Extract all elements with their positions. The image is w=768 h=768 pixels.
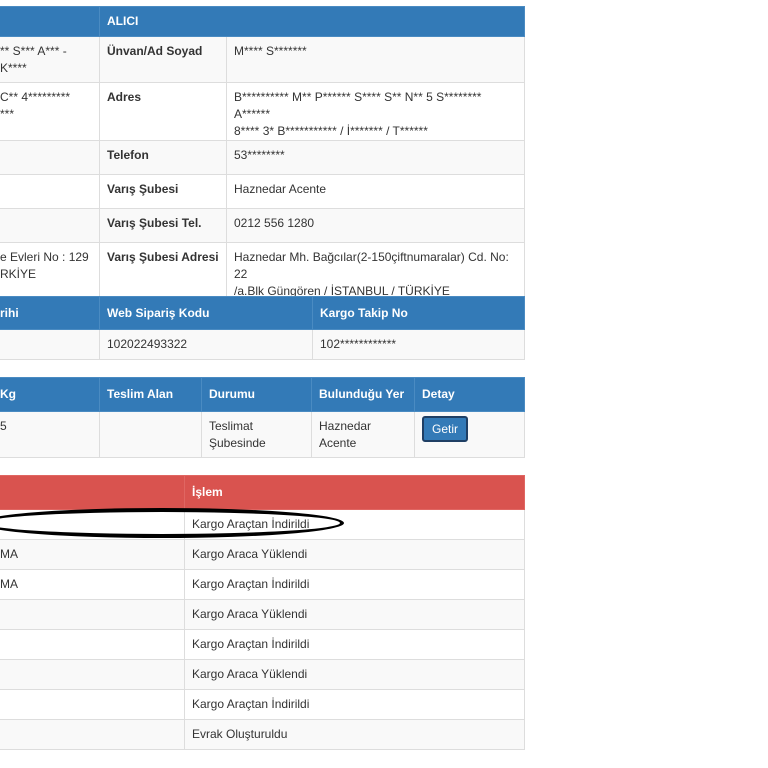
branch-phone-label: Varış Şubesi Tel. bbox=[99, 208, 227, 243]
branch-address-value: Haznedar Mh. Bağcılar(2-150çiftnumaralar… bbox=[226, 242, 525, 301]
phone-value: 53******** bbox=[226, 140, 525, 175]
received-by-value bbox=[99, 411, 202, 458]
status-header: Durumu bbox=[201, 377, 312, 412]
history-left-cell: MA bbox=[0, 539, 185, 570]
sender-cell: ** S*** A*** - K**** bbox=[0, 36, 100, 83]
operation-header: İşlem bbox=[184, 475, 525, 510]
phone-label: Telefon bbox=[99, 140, 227, 175]
history-left-cell bbox=[0, 599, 185, 630]
branch-address-label: Varış Şubesi Adresi bbox=[99, 242, 227, 301]
weight-header: Kg bbox=[0, 377, 100, 412]
history-action: Evrak Oluşturuldu bbox=[184, 719, 525, 750]
sender-cell: C** 4********* *** bbox=[0, 82, 100, 141]
history-left-cell bbox=[0, 689, 185, 720]
status-value: Teslimat Şubesinde bbox=[201, 411, 312, 458]
sender-cell: e Evleri No : 129 RKİYE bbox=[0, 242, 100, 301]
history-table: İşlem Kargo Araçtan İndirildi MA Kargo Ar… bbox=[0, 475, 525, 750]
name-value: M**** S******* bbox=[226, 36, 525, 83]
receiver-header: ALICI bbox=[99, 6, 525, 37]
web-order-code-header: Web Sipariş Kodu bbox=[99, 296, 313, 330]
sender-cell bbox=[0, 208, 100, 243]
receiver-left-header bbox=[0, 6, 100, 37]
getir-button[interactable]: Getir bbox=[422, 416, 469, 442]
branch-value: Haznedar Acente bbox=[226, 174, 525, 209]
detail-header: Detay bbox=[414, 377, 525, 412]
history-action: Kargo Araçtan İndirildi bbox=[184, 629, 525, 660]
web-order-code-value: 102022493322 bbox=[99, 329, 313, 360]
history-left-cell bbox=[0, 629, 185, 660]
sender-cell bbox=[0, 140, 100, 175]
name-label: Ünvan/Ad Soyad bbox=[99, 36, 227, 83]
date-header: rihi bbox=[0, 296, 100, 330]
order-table: rihi Web Sipariş Kodu Kargo Takip No 102… bbox=[0, 296, 525, 360]
received-by-header: Teslim Alan bbox=[99, 377, 202, 412]
branch-label: Varış Şubesi bbox=[99, 174, 227, 209]
history-left-header bbox=[0, 475, 185, 510]
location-header: Bulunduğu Yer bbox=[311, 377, 415, 412]
tracking-number-value: 102************ bbox=[312, 329, 525, 360]
sender-cell bbox=[0, 174, 100, 209]
address-label: Adres bbox=[99, 82, 227, 141]
history-left-cell bbox=[0, 509, 185, 540]
history-action: Kargo Araçtan İndirildi bbox=[184, 509, 525, 540]
history-action: Kargo Araca Yüklendi bbox=[184, 599, 525, 630]
history-left-cell bbox=[0, 659, 185, 690]
tracking-number-header: Kargo Takip No bbox=[312, 296, 525, 330]
history-action: Kargo Araçtan İndirildi bbox=[184, 689, 525, 720]
history-left-cell: MA bbox=[0, 569, 185, 600]
weight-value: 5 bbox=[0, 411, 100, 458]
history-action: Kargo Araca Yüklendi bbox=[184, 659, 525, 690]
receiver-table: ALICI ** S*** A*** - K**** Ünvan/Ad Soya… bbox=[0, 6, 525, 301]
detail-cell: Getir bbox=[414, 411, 525, 458]
history-action: Kargo Araca Yüklendi bbox=[184, 539, 525, 570]
status-table: Kg Teslim Alan Durumu Bulunduğu Yer Deta… bbox=[0, 377, 525, 458]
address-value: B********** M** P****** S**** S** N** 5 … bbox=[226, 82, 525, 141]
branch-phone-value: 0212 556 1280 bbox=[226, 208, 525, 243]
history-left-cell bbox=[0, 719, 185, 750]
location-value: Haznedar Acente bbox=[311, 411, 415, 458]
history-action: Kargo Araçtan İndirildi bbox=[184, 569, 525, 600]
date-value bbox=[0, 329, 100, 360]
